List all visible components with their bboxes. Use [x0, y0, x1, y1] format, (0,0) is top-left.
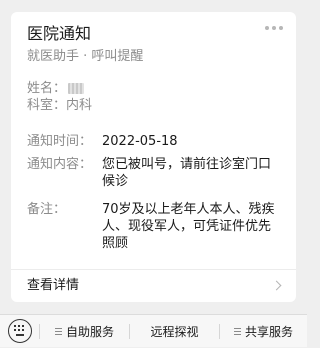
name-label: 姓名：: [27, 81, 67, 96]
tab-remote-visit[interactable]: 远程探视: [130, 315, 219, 348]
menu-icon: [233, 328, 241, 335]
tab-remote-visit-label: 远程探视: [150, 325, 199, 339]
redacted-name: [68, 83, 85, 94]
notify-content-value: 您已被叫号，请前往诊室门口候诊: [102, 157, 272, 189]
card-title: 医院通知: [27, 24, 92, 43]
tab-self-service[interactable]: 自助服务: [40, 315, 129, 348]
patient-name-row: 姓名：: [27, 80, 85, 97]
department-value: 内科: [66, 98, 93, 113]
notify-content-label: 通知内容：: [27, 157, 93, 172]
menu-icon: [54, 328, 62, 335]
keyboard-icon[interactable]: [8, 319, 32, 343]
tab-shared-service-label: 共享服务: [244, 325, 293, 339]
more-options-icon[interactable]: [265, 26, 283, 30]
tab-shared-service[interactable]: 共享服务: [220, 315, 307, 348]
card-subtitle: 就医助手 · 呼叫提醒: [27, 49, 144, 64]
notification-card: 医院通知 就医助手 · 呼叫提醒 姓名： 科室： 内科 通知时间： 2022-0…: [11, 12, 296, 302]
view-details-label: 查看详情: [27, 278, 80, 293]
notify-time-value: 2022-05-18: [102, 134, 178, 149]
view-details-link[interactable]: 查看详情: [11, 270, 296, 302]
department-label: 科室：: [27, 98, 67, 113]
department-row: 科室： 内科: [27, 97, 92, 114]
bottom-menu-bar: 自助服务 远程探视 共享服务: [0, 314, 307, 347]
remark-value: 70岁及以上老年人本人、残疾人、现役军人，可凭证件优先照顾: [102, 202, 275, 251]
chevron-right-icon: [271, 280, 282, 291]
tab-self-service-label: 自助服务: [65, 325, 114, 339]
remark-label: 备注：: [27, 202, 67, 217]
notify-time-label: 通知时间：: [27, 134, 93, 149]
